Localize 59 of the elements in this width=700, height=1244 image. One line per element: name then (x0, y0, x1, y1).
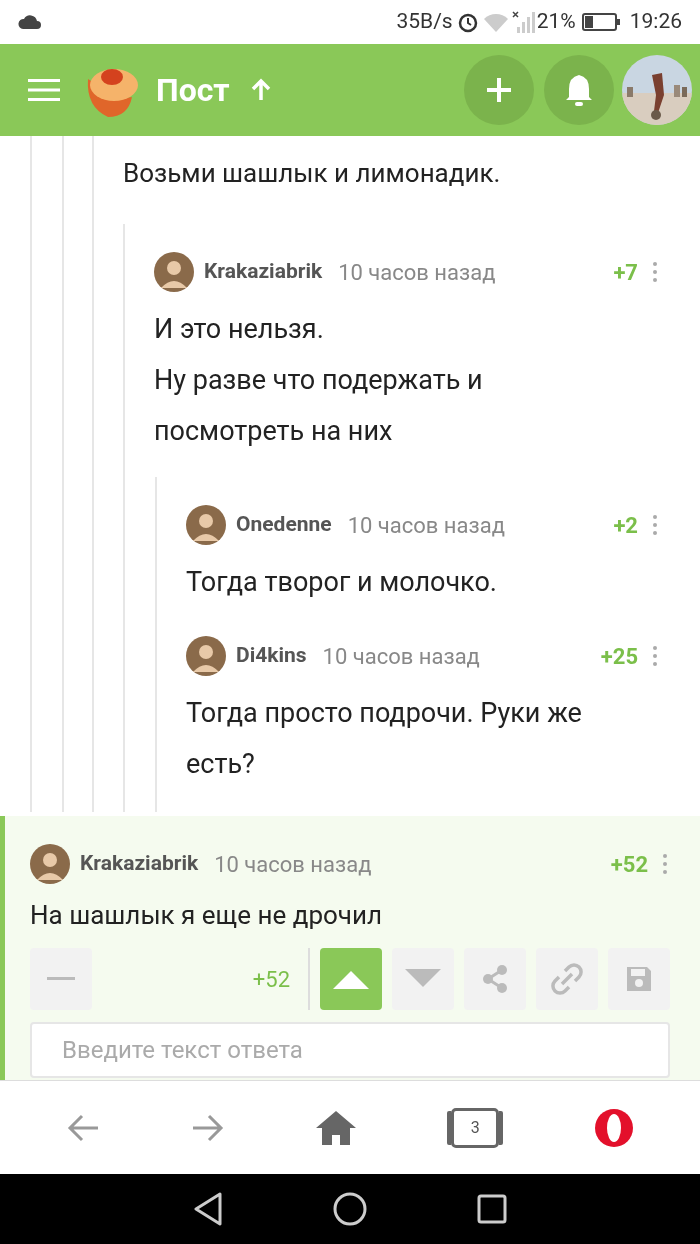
user-avatar[interactable] (154, 252, 194, 292)
more-icon[interactable] (652, 514, 658, 536)
author-name[interactable]: Krakaziabrik (80, 848, 199, 880)
author-name[interactable]: Krakaziabrik (204, 256, 323, 288)
upvote-button[interactable] (320, 948, 382, 1010)
arrow-up-icon[interactable] (249, 78, 272, 102)
save-button[interactable] (608, 948, 670, 1010)
author-name[interactable]: Di4kins (236, 640, 307, 672)
signal-icon (510, 11, 535, 33)
comment-rating: +52 (610, 850, 648, 879)
battery-icon (581, 12, 620, 32)
downvote-button[interactable] (392, 948, 454, 1010)
more-icon[interactable] (662, 853, 668, 875)
more-icon[interactable] (652, 261, 658, 283)
comment-time: 10 часов назад (214, 850, 372, 879)
battery-percent: 21% (536, 8, 576, 36)
reply-field[interactable]: Введите текст ответа (30, 1022, 670, 1078)
comment-rating: +25 (600, 642, 638, 671)
wifi-icon (482, 12, 509, 32)
network-speed: 35B/s (396, 8, 453, 36)
triangle-up-icon (333, 969, 369, 989)
menu-icon[interactable] (28, 78, 60, 102)
page-title: Пост (156, 70, 230, 111)
vote-score: +52 (252, 948, 310, 1010)
comment-text: И это нельзя. (154, 312, 325, 347)
forward-icon[interactable] (190, 1112, 225, 1143)
plus-icon (485, 76, 513, 104)
opera-logo-icon[interactable] (594, 1107, 635, 1148)
home-icon[interactable] (315, 1110, 356, 1145)
comment-rating: +7 (613, 258, 638, 287)
user-avatar[interactable] (30, 844, 70, 884)
share-icon (482, 965, 508, 993)
link-button[interactable] (536, 948, 598, 1010)
comment-text: Тогда творог и молочко. (186, 565, 498, 600)
comment-text: Тогда просто подрочи. Руки же есть? (186, 696, 583, 782)
bell-icon (564, 73, 594, 107)
back-icon[interactable] (193, 1192, 223, 1226)
share-button[interactable] (464, 948, 526, 1010)
cloud-icon (18, 15, 42, 29)
recents-icon[interactable] (477, 1194, 507, 1224)
comment-text: Ну разве что подержать и посмотреть на них (154, 363, 484, 449)
clock: 19:26 (629, 8, 682, 36)
save-icon (625, 965, 653, 993)
user-avatar[interactable] (186, 505, 226, 545)
minus-icon (47, 977, 75, 981)
comment-rating: +2 (613, 511, 638, 540)
alarm-icon (456, 11, 479, 33)
author-name[interactable]: Onedenne (236, 509, 332, 541)
triangle-down-icon (405, 969, 441, 989)
comment-text: На шашлык я еще не дрочил (30, 899, 383, 932)
comment-time: 10 часов назад (347, 511, 505, 540)
collapse-button[interactable] (30, 948, 92, 1010)
home-icon[interactable] (333, 1192, 367, 1226)
comment-time: 10 часов назад (322, 642, 480, 671)
more-icon[interactable] (652, 645, 658, 667)
comment-time: 10 часов назад (338, 258, 496, 287)
link-icon (551, 963, 583, 995)
comment-text: Возьми шашлык и лимонадик. (123, 157, 502, 190)
user-avatar[interactable] (186, 636, 226, 676)
